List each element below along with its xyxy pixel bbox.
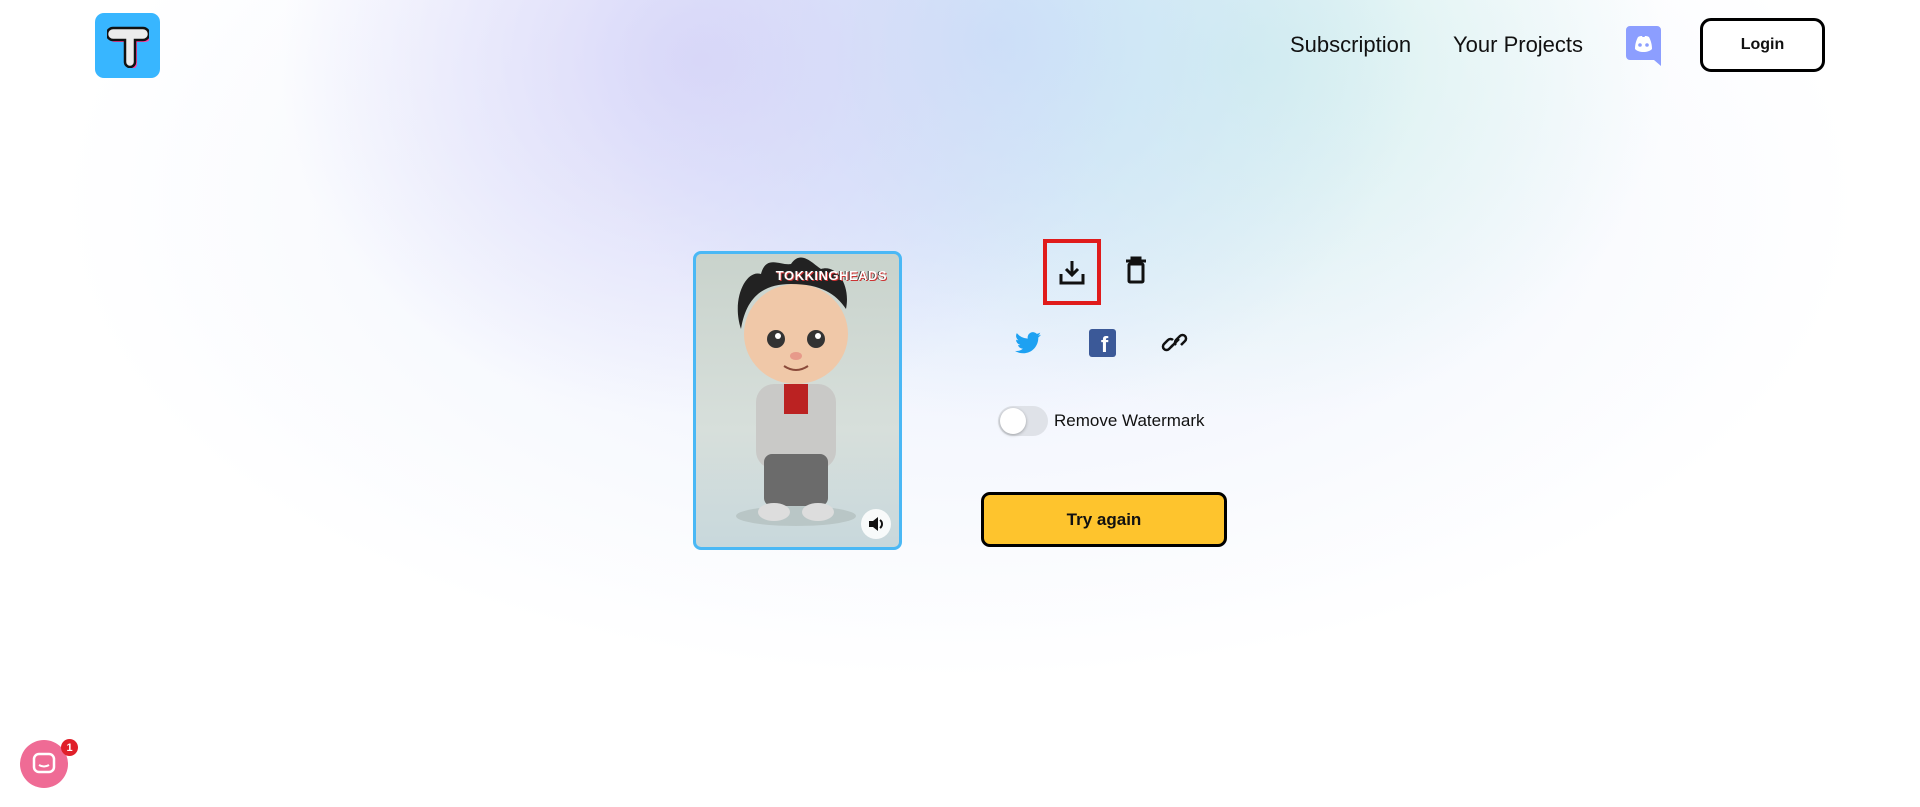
download-button[interactable] [1043,239,1101,305]
nav-your-projects[interactable]: Your Projects [1453,32,1583,58]
share-twitter-button[interactable] [1013,328,1043,358]
character-image [736,257,856,526]
toggle-knob [1000,408,1026,434]
watermark: TOKKINGHEADS [775,268,887,283]
trash-icon [1126,256,1146,284]
try-again-button[interactable]: Try again [981,492,1227,547]
chat-icon [32,752,56,774]
remove-watermark-toggle[interactable] [998,406,1048,436]
logo-t-icon [106,26,149,68]
discord-icon[interactable] [1626,26,1661,66]
remove-watermark-label: Remove Watermark [1054,411,1205,430]
chat-notification-badge: 1 [61,739,78,756]
speaker-icon[interactable] [861,509,891,539]
download-icon [1059,261,1085,285]
delete-button[interactable] [1122,254,1150,286]
facebook-icon[interactable]: f [1089,329,1116,357]
twitter-icon [1015,332,1041,354]
copy-link-button[interactable] [1160,328,1190,358]
video-preview[interactable]: TOKKINGHEADS [693,251,902,550]
background [0,0,1920,807]
link-icon [1161,333,1188,352]
nav-subscription[interactable]: Subscription [1290,32,1411,58]
login-button[interactable]: Login [1700,18,1825,72]
logo[interactable] [95,13,160,78]
